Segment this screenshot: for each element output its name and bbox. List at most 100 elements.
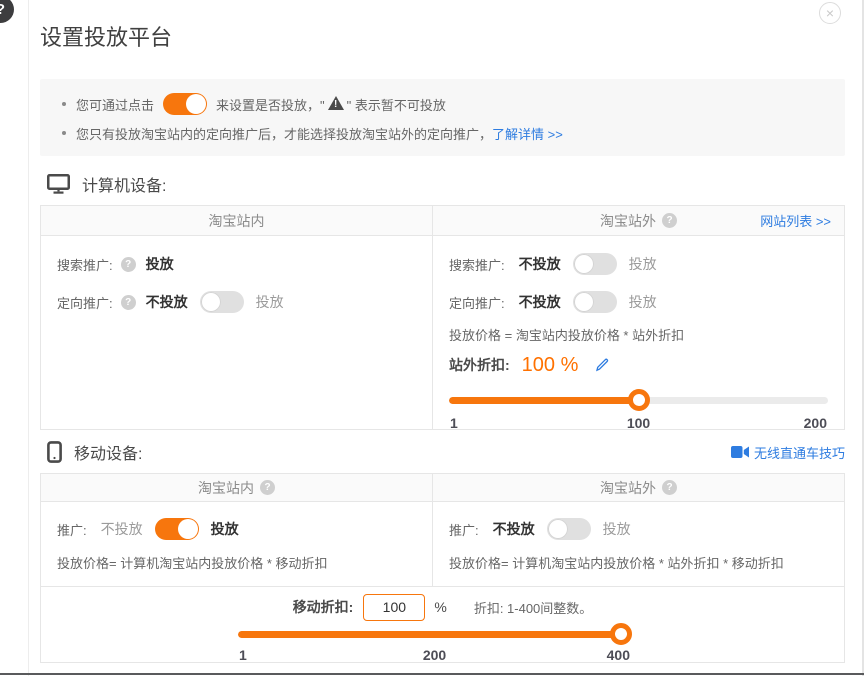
state-on-label: 投放 [629,292,657,312]
mobile-onsite-price-formula: 投放价格= 计算机淘宝站内投放价格 * 移动折扣 [57,553,416,575]
computer-section-title: 计算机设备: [82,172,166,196]
slider-min-label: 1 [450,415,458,431]
bullet-icon [62,102,66,106]
mobile-col-header-offsite: 淘宝站外 [433,474,844,502]
state-off-label: 不投放 [101,519,143,539]
slider-min-label: 1 [239,647,247,663]
mobile-offsite-price-formula: 投放价格= 计算机淘宝站内投放价格 * 站外折扣 * 移动折扣 [449,553,828,575]
smartphone-icon [47,441,62,463]
state-off-label: 不投放 [519,254,561,274]
mobile-offsite-promo-toggle[interactable] [547,518,591,540]
state-on-label: 投放 [629,254,657,274]
slider-handle[interactable] [628,389,650,411]
field-label: 定向推广: [57,293,113,312]
discount-hint: 折扣: 1-400间整数。 [474,598,592,617]
field-label: 搜索推广: [449,255,505,274]
video-camera-icon [731,446,749,458]
pc-offsite-target-row: 定向推广: 不投放 投放 [449,287,828,317]
computer-onsite-cell: 搜索推广: 投放 定向推广: 不投放 投放 [41,236,433,429]
state-on-label: 投放 [211,519,239,539]
mobile-discount-label: 移动折扣: [293,597,354,617]
notice-text: 您可通过点击 [76,95,154,114]
computer-col-header-offsite: 淘宝站外 网站列表 >> [433,206,844,236]
mobile-section-title: 移动设备: [74,440,142,464]
mobile-discount-slider[interactable] [238,623,631,645]
pc-offsite-price-formula: 投放价格 = 淘宝站内投放价格 * 站外折扣 [449,325,828,347]
pc-onsite-search-row: 搜索推广: 投放 [57,249,416,279]
state-off-label: 不投放 [519,292,561,312]
pc-onsite-target-row: 定向推广: 不投放 投放 [57,287,416,317]
discount-value: 100 % [522,354,579,377]
state-on-label: 投放 [603,519,631,539]
col-header-label: 淘宝站内 [198,478,254,498]
page-title: 设置投放平台 [40,20,845,52]
edit-pencil-icon[interactable] [594,357,610,373]
toggle-knob [201,292,221,312]
notice-line-1: 您可通过点击 来设置是否投放，" " 表示暂不可投放 [62,87,825,121]
toggle-knob [574,292,594,312]
question-icon[interactable] [662,480,677,495]
pc-offsite-target-toggle[interactable] [573,291,617,313]
notice-text: 来设置是否投放，" [216,95,325,114]
percent-unit: % [434,599,446,615]
computer-table: 淘宝站内 淘宝站外 网站列表 >> 搜索推广: 投放 定向推广: 不投放 投放 [40,205,845,430]
slider-mid-label: 100 [627,415,650,431]
notice-text: " 表示暂不可投放 [347,95,446,114]
computer-section-header: 计算机设备: [40,172,845,196]
mobile-onsite-promo-toggle[interactable] [155,518,199,540]
col-header-label: 淘宝站内 [209,211,265,231]
site-list-link[interactable]: 网站列表 >> [760,211,831,230]
slider-fill [449,397,639,404]
help-badge-icon[interactable]: ? [0,0,14,23]
pc-onsite-target-toggle[interactable] [200,291,244,313]
offsite-slider-labels: 1 100 200 [449,415,828,432]
pc-offsite-search-toggle[interactable] [573,253,617,275]
toggle-knob [548,519,568,539]
slider-max-label: 400 [607,647,630,663]
slider-track[interactable] [238,631,631,638]
mobile-onsite-cell: 推广: 不投放 投放 投放价格= 计算机淘宝站内投放价格 * 移动折扣 [41,502,433,586]
question-icon[interactable] [121,295,136,310]
dialog-content: 设置投放平台 您可通过点击 来设置是否投放，" " 表示暂不可投放 您只有投放淘… [40,0,845,663]
warning-icon [328,96,344,110]
state-off-label: 不投放 [146,292,188,312]
notice-line-2: 您只有投放淘宝站内的定向推广后，才能选择投放淘宝站外的定向推广， 了解详情 >> [62,121,825,145]
bottom-divider [0,673,864,675]
mobile-discount-row: 移动折扣: % 折扣: 1-400间整数。 1 200 400 [41,586,844,662]
mobile-onsite-promo-row: 推广: 不投放 投放 [57,514,416,544]
mobile-offsite-promo-row: 推广: 不投放 投放 [449,514,828,544]
field-label: 推广: [449,520,479,539]
mobile-slider-labels: 1 200 400 [238,647,631,664]
discount-label: 站外折扣: [449,355,510,375]
toggle-knob [186,94,206,114]
computer-col-header-onsite: 淘宝站内 [41,206,433,236]
mobile-slider-wrap: 1 200 400 [238,623,631,664]
mobile-table: 淘宝站内 淘宝站外 推广: 不投放 投放 投放价格= 计算机淘宝站内投放价格 *… [40,473,845,663]
slider-handle[interactable] [610,623,632,645]
question-icon[interactable] [121,257,136,272]
col-header-label: 淘宝站外 [600,478,656,498]
mobile-discount-input[interactable] [363,594,425,621]
field-label: 搜索推广: [57,255,113,274]
offsite-discount-line: 站外折扣: 100 % [449,348,828,382]
question-icon[interactable] [260,480,275,495]
offsite-discount-slider[interactable] [449,389,828,411]
bullet-icon [62,131,66,135]
toggle-knob [178,519,198,539]
state-on-label: 投放 [256,292,284,312]
field-label: 定向推广: [449,293,505,312]
col-header-label: 淘宝站外 [600,211,656,231]
learn-more-link[interactable]: 了解详情 >> [492,124,563,143]
wireless-tips: 无线直通车技巧 [731,443,845,462]
question-icon[interactable] [662,213,677,228]
mobile-discount-controls: 移动折扣: % 折扣: 1-400间整数。 [41,591,844,623]
mobile-col-header-onsite: 淘宝站内 [41,474,433,502]
notice-text: 您只有投放淘宝站内的定向推广后，才能选择投放淘宝站外的定向推广， [76,124,492,143]
monitor-icon [47,174,70,194]
field-value: 投放 [146,254,174,274]
wireless-tips-link[interactable]: 无线直通车技巧 [754,443,845,462]
slider-fill [238,631,631,638]
pc-offsite-search-row: 搜索推广: 不投放 投放 [449,249,828,279]
toggle-knob [574,254,594,274]
notice-box: 您可通过点击 来设置是否投放，" " 表示暂不可投放 您只有投放淘宝站内的定向推… [40,79,845,156]
